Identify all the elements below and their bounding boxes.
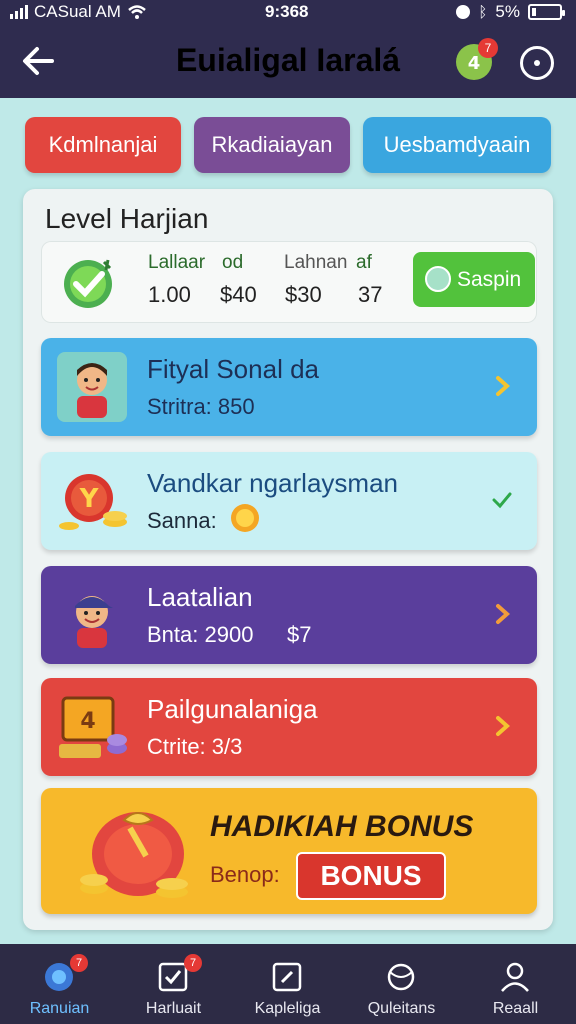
task-title: Laatalian <box>147 582 253 612</box>
svg-text:Y: Y <box>79 484 100 514</box>
task-card[interactable]: Fityal Sonal da Stritra: 850 <box>41 338 537 436</box>
nav-item-explore[interactable]: Quleitans <box>344 944 459 1024</box>
task-progress: Sanna: <box>147 508 217 533</box>
chevron-right-icon <box>496 716 511 736</box>
stat-value-3: $30 <box>285 282 322 307</box>
level-title: Level Harjian <box>45 203 209 234</box>
globe-icon <box>387 963 415 991</box>
alarm-icon <box>456 5 471 19</box>
tab-achievements[interactable]: Uesbamdyaain <box>363 117 551 173</box>
coin-trophy-icon: Y <box>59 474 127 530</box>
nav-label: Quleitans <box>367 1000 436 1017</box>
bonus-label: Benop: <box>210 862 280 887</box>
signal-icon <box>10 5 28 19</box>
nav-item-games[interactable]: Kapleliga <box>230 944 345 1024</box>
check-icon <box>492 492 512 509</box>
svg-text:4: 4 <box>468 53 481 74</box>
level-action-label: Saspin <box>457 268 522 291</box>
nav-item-tasks[interactable]: 7 Harluait <box>116 944 231 1024</box>
task-progress: Ctrite: 3/3 <box>147 734 243 759</box>
stat-value-2: $40 <box>220 282 257 307</box>
chevron-right-icon <box>496 376 511 396</box>
boy-avatar-icon <box>57 352 127 422</box>
task-card[interactable]: Y Vandkar ngarlaysman Sanna: <box>41 452 537 550</box>
coins-button[interactable]: 4 7 <box>456 38 498 80</box>
battery-percent: 5% <box>495 2 520 21</box>
status-time: 9:368 <box>265 2 309 21</box>
tab-weekly[interactable]: Rkadiaiayan <box>194 117 350 173</box>
leaf-icon <box>425 266 451 292</box>
task-title: Vandkar ngarlaysman <box>147 468 398 498</box>
nav-label: Reaall <box>492 1000 539 1017</box>
gold-coin-icon <box>231 504 259 532</box>
menu-button[interactable] <box>520 46 554 80</box>
nav-item-home[interactable]: 7 Ranuian <box>2 944 117 1024</box>
task-card[interactable]: Laatalian Bnta: 2900 $7 <box>41 566 537 664</box>
nav-badge: 7 <box>184 954 202 972</box>
task-progress: Stritra: 850 <box>147 394 255 419</box>
stat-label-1: Lallaar <box>148 252 206 273</box>
svg-text:4: 4 <box>80 709 95 734</box>
nav-badge: 7 <box>70 954 88 972</box>
stat-label-4: af <box>356 252 372 273</box>
battery-icon <box>528 4 565 20</box>
task-card[interactable]: 4 Pailgunalaniga Ctrite: 3/3 <box>41 678 537 776</box>
stat-label-2: od <box>222 252 244 273</box>
task-title: Pailgunalaniga <box>147 694 318 724</box>
chevron-right-icon <box>496 604 511 624</box>
nav-item-profile[interactable]: Reaall <box>458 944 573 1024</box>
task-title: Fityal Sonal da <box>147 354 319 384</box>
game-icon <box>272 962 302 992</box>
level-action-button[interactable]: Saspin <box>413 252 535 307</box>
profile-icon <box>501 962 529 992</box>
checkmark-badge-icon <box>64 259 112 308</box>
carrier-label: CASual AM <box>34 2 121 21</box>
nav-label: Harluait <box>145 1000 202 1017</box>
task-progress: Bnta: 2900 <box>147 622 254 647</box>
task-reward: $7 <box>287 622 312 647</box>
bluetooth-icon: ᛒ <box>478 3 488 21</box>
gift-bag-icon <box>80 812 188 898</box>
boy-cap-avatar-icon <box>75 596 113 648</box>
nav-label: Ranuian <box>29 1000 90 1017</box>
notification-badge: 7 <box>478 38 498 58</box>
status-bar: CASual AM 9:368 ᛒ 5% <box>0 0 576 26</box>
stat-value-4: 37 <box>358 282 383 307</box>
tab-daily[interactable]: Kdmlnanjai <box>25 117 181 173</box>
stat-value-1: 1.00 <box>148 282 191 307</box>
stat-label-3: Lahnan <box>284 252 348 273</box>
wifi-icon <box>128 5 146 19</box>
board-game-icon: 4 <box>59 696 127 758</box>
bonus-button[interactable]: BONUS <box>296 852 446 900</box>
bonus-title: HADIKIAH BONUS <box>210 810 474 843</box>
nav-label: Kapleliga <box>254 1000 321 1017</box>
